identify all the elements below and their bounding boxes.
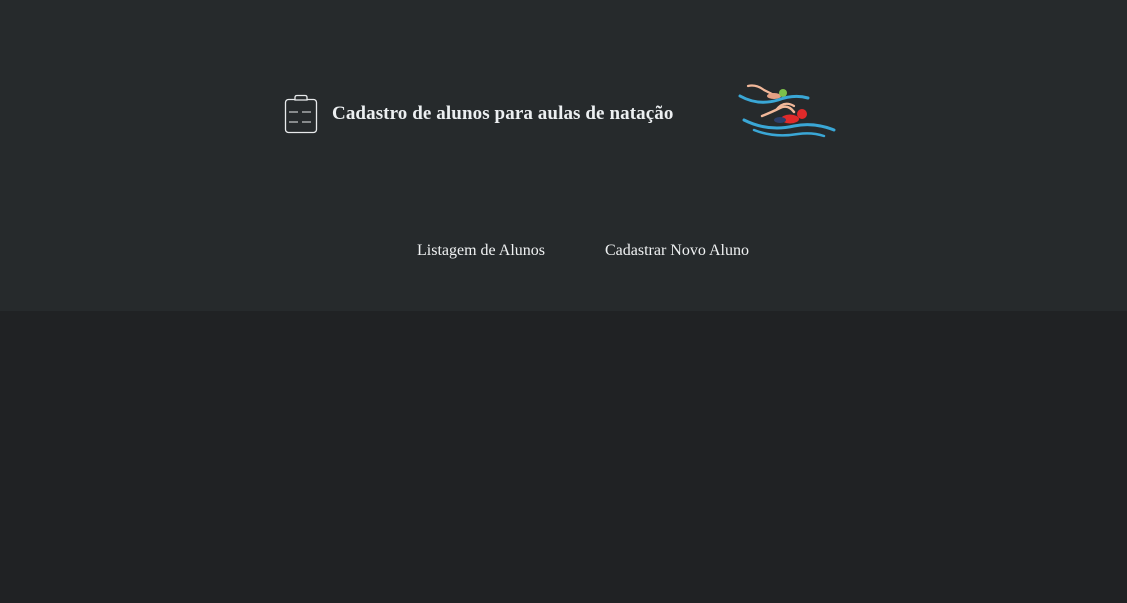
nav-link-cadastrar-aluno[interactable]: Cadastrar Novo Aluno <box>605 242 749 260</box>
nav-link-listagem-alunos[interactable]: Listagem de Alunos <box>417 242 545 260</box>
page-title: Cadastro de alunos para aulas de natação <box>332 103 674 124</box>
main-nav: Listagem de Alunos Cadastrar Novo Aluno <box>0 242 1127 262</box>
swimmers-illustration <box>738 84 836 138</box>
main-content <box>0 311 1127 603</box>
clipboard-icon <box>284 94 318 134</box>
app-header: Cadastro de alunos para aulas de natação… <box>0 0 1127 311</box>
title-row: Cadastro de alunos para aulas de natação <box>284 93 673 135</box>
